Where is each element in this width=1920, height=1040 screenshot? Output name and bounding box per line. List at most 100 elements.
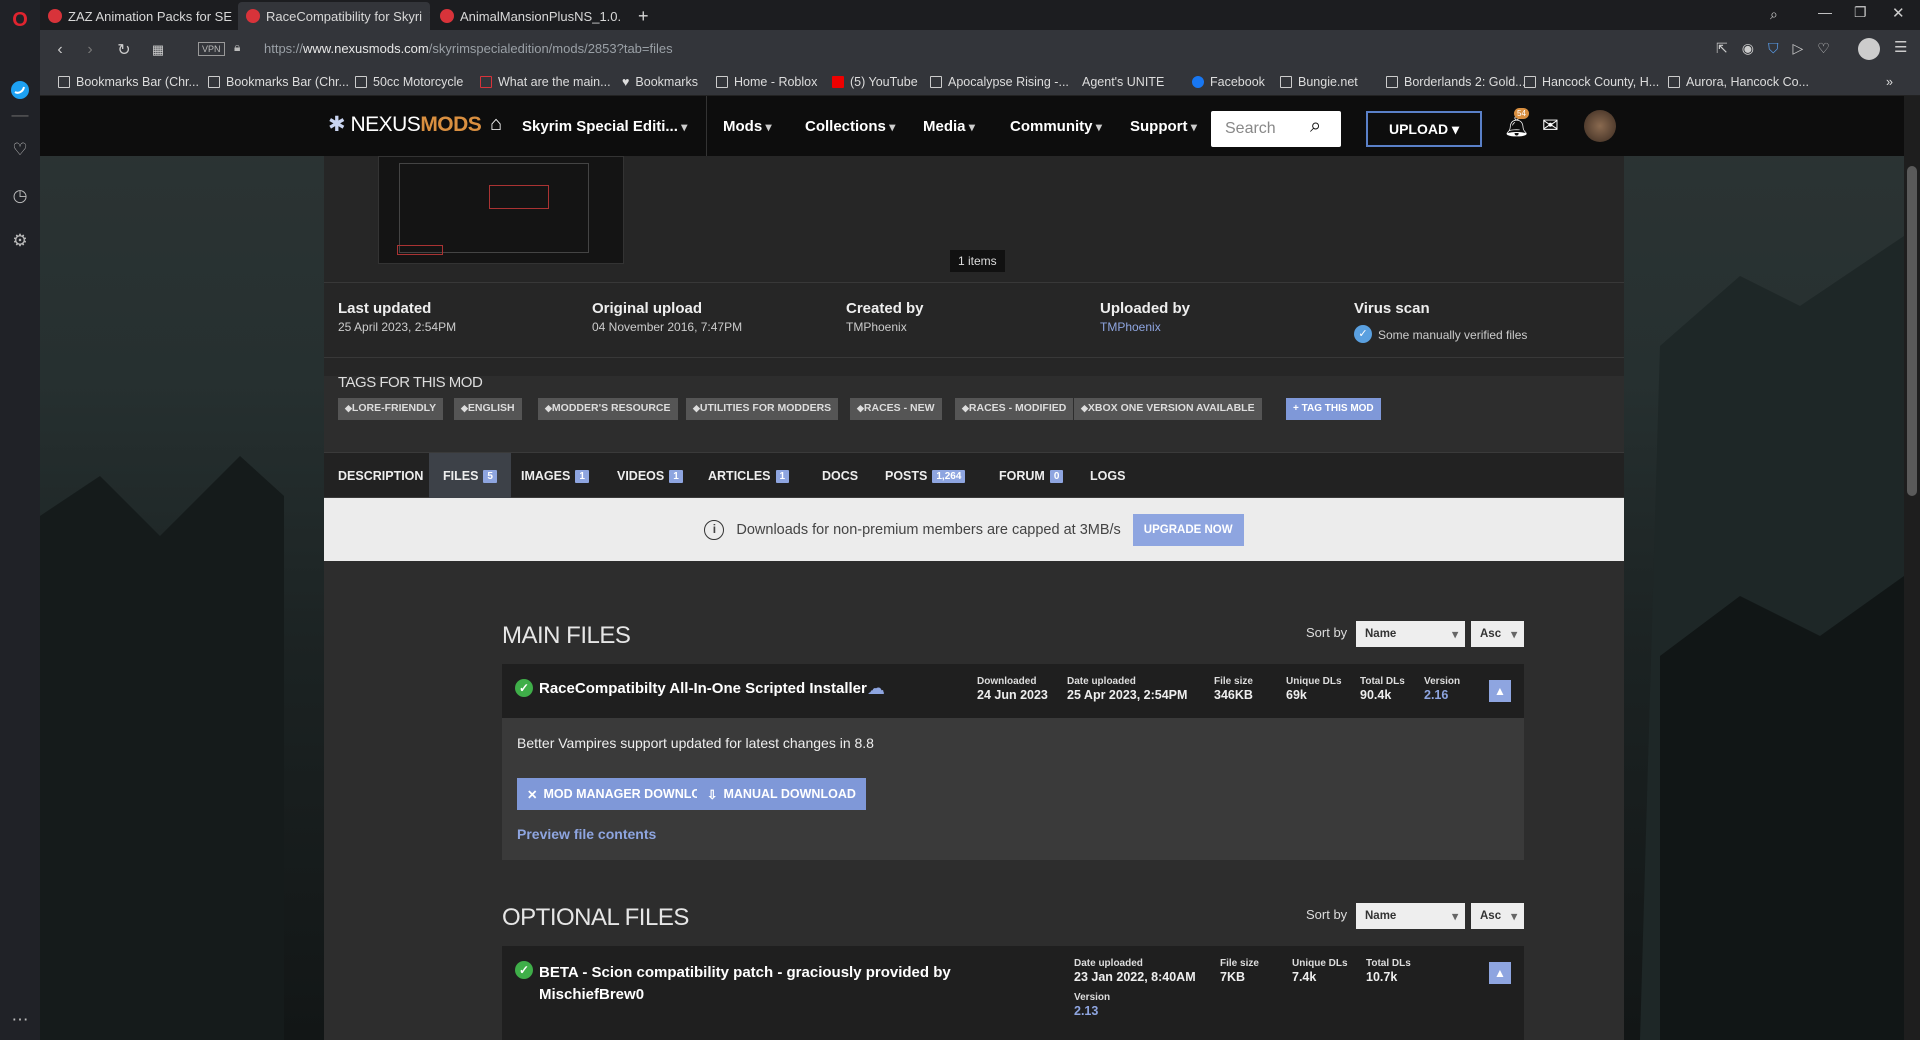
- last-updated-label: Last updated: [338, 300, 432, 317]
- main-file-header[interactable]: ✓ RaceCompatibilty All-In-One Scripted I…: [502, 664, 1524, 718]
- profile-avatar[interactable]: [1858, 38, 1880, 60]
- tag-modders-resource[interactable]: MODDER'S RESOURCE: [538, 398, 678, 420]
- bookmark-item[interactable]: Home - Roblox: [716, 75, 817, 89]
- close-tab-icon[interactable]: ✕: [428, 8, 430, 25]
- bookmark-item[interactable]: Aurora, Hancock Co...: [1668, 75, 1809, 89]
- stat-file-size: 346KB: [1214, 688, 1253, 702]
- menu-media[interactable]: Media: [923, 118, 975, 135]
- camera-icon[interactable]: ◉: [1742, 40, 1768, 56]
- collapse-chevron-icon[interactable]: ▲: [1489, 962, 1511, 984]
- stat-downloaded: 24 Jun 2023: [977, 688, 1048, 702]
- bookmark-item[interactable]: Bookmarks Bar (Chr...: [208, 75, 349, 89]
- send-icon[interactable]: ▷: [1792, 40, 1817, 56]
- bookmark-item[interactable]: Hancock County, H...: [1524, 75, 1659, 89]
- tags-list: LORE-FRIENDLY ENGLISH MODDER'S RESOURCE …: [338, 398, 1438, 422]
- back-icon[interactable]: ‹: [48, 38, 72, 62]
- tab-articles[interactable]: ARTICLES 1: [694, 453, 803, 499]
- bookmark-item[interactable]: Facebook: [1192, 75, 1265, 89]
- restore-icon[interactable]: ❐: [1854, 4, 1867, 21]
- tag-races-modified[interactable]: RACES - MODIFIED: [955, 398, 1074, 420]
- shield-icon[interactable]: ⛉: [1768, 40, 1793, 56]
- bookmark-item[interactable]: What are the main...: [480, 75, 611, 89]
- gallery-count: 1 items: [950, 250, 1005, 272]
- menu-community[interactable]: Community: [1010, 118, 1102, 135]
- heart-icon[interactable]: ♡: [8, 138, 32, 162]
- bookmark-item[interactable]: ♥ Bookmarks: [622, 75, 698, 89]
- tab-racecompat[interactable]: RaceCompatibility for Skyri✕: [238, 2, 430, 30]
- collapse-chevron-icon[interactable]: ▲: [1489, 680, 1511, 702]
- tag-races-new[interactable]: RACES - NEW: [850, 398, 942, 420]
- tab-description[interactable]: DESCRIPTION: [324, 453, 437, 499]
- close-window-icon[interactable]: ✕: [1892, 4, 1905, 22]
- user-avatar[interactable]: [1584, 110, 1616, 142]
- sort-order-select[interactable]: Asc: [1471, 903, 1524, 929]
- tag-xbox-one[interactable]: XBOX ONE VERSION AVAILABLE: [1074, 398, 1262, 420]
- tab-favicon-icon: [246, 9, 260, 23]
- new-tab-button[interactable]: +: [630, 2, 660, 30]
- tab-files[interactable]: FILES 5: [429, 453, 511, 499]
- uploaded-by-link[interactable]: TMPhoenix: [1100, 320, 1161, 334]
- url-field[interactable]: https://www.nexusmods.com/skyrimspeciale…: [264, 41, 673, 56]
- sort-field-select[interactable]: Name: [1356, 621, 1465, 647]
- reload-icon[interactable]: ↻: [112, 38, 136, 62]
- stat-file-size: 7KB: [1220, 970, 1246, 984]
- share-icon[interactable]: ⇱: [1716, 40, 1742, 56]
- tab-animalmansion[interactable]: AnimalMansionPlusNS_1.0.✕: [432, 2, 624, 30]
- manual-download-button[interactable]: ⇩ MANUAL DOWNLOAD: [697, 778, 866, 810]
- menu-collections[interactable]: Collections: [805, 118, 895, 135]
- more-bookmarks[interactable]: »: [1886, 75, 1893, 89]
- home-icon[interactable]: ⌂: [490, 113, 502, 136]
- bookmark-item[interactable]: 50cc Motorcycle: [355, 75, 463, 89]
- optional-file-header[interactable]: ✓ BETA - Scion compatibility patch - gra…: [502, 946, 1524, 1040]
- bookmark-item[interactable]: Bungie.net: [1280, 75, 1358, 89]
- bookmark-item[interactable]: (5) YouTube: [832, 75, 918, 89]
- tab-docs[interactable]: DOCS: [808, 453, 872, 499]
- easy-setup-icon[interactable]: ☰: [1894, 38, 1907, 56]
- tag-english[interactable]: ENGLISH: [454, 398, 522, 420]
- tab-images[interactable]: IMAGES 1: [507, 453, 603, 499]
- menu-support[interactable]: Support: [1130, 118, 1197, 135]
- tag-this-mod-button[interactable]: + TAG THIS MOD: [1286, 398, 1381, 420]
- tab-zaz[interactable]: ZAZ Animation Packs for SE✕: [40, 2, 236, 30]
- tag-utilities-for-modders[interactable]: UTILITIES FOR MODDERS: [686, 398, 839, 420]
- nexusmods-logo[interactable]: ✱ NEXUSMODS: [328, 112, 482, 137]
- bookmark-item[interactable]: Apocalypse Rising -...: [930, 75, 1069, 89]
- upgrade-now-button[interactable]: UPGRADE NOW: [1132, 513, 1244, 546]
- vpn-badge[interactable]: VPN: [198, 42, 225, 56]
- messages-envelope-icon[interactable]: ✉: [1542, 113, 1559, 138]
- bookmark-item[interactable]: Bookmarks Bar (Chr...: [58, 75, 199, 89]
- tab-logs[interactable]: LOGS: [1076, 453, 1139, 499]
- stat-label: Version: [1424, 676, 1461, 687]
- history-icon[interactable]: ◷: [8, 184, 32, 208]
- bookmark-heart-icon[interactable]: ♡: [1817, 40, 1844, 56]
- game-selector[interactable]: Skyrim Special Editi...: [522, 118, 687, 135]
- page-icon: [930, 76, 942, 88]
- tab-posts[interactable]: POSTS 1,264: [871, 453, 979, 499]
- tag-lore-friendly[interactable]: LORE-FRIENDLY: [338, 398, 444, 420]
- tabs-grid-icon[interactable]: ▦: [146, 38, 170, 62]
- address-bar: ‹ › ↻ ▦ VPN 🔒︎ https://www.nexusmods.com…: [40, 30, 1920, 70]
- search-input[interactable]: Search: [1211, 111, 1341, 147]
- page-scrollbar[interactable]: [1904, 96, 1920, 1040]
- menu-mods[interactable]: Mods: [723, 118, 772, 135]
- search-tabs-icon[interactable]: ⌕: [1770, 6, 1778, 23]
- sort-field-select[interactable]: Name: [1356, 903, 1465, 929]
- preview-file-contents-link[interactable]: Preview file contents: [517, 826, 656, 842]
- bookmark-item[interactable]: Borderlands 2: Gold...: [1386, 75, 1526, 89]
- search-icon[interactable]: ⌕: [1310, 115, 1321, 138]
- sort-order-select[interactable]: Asc: [1471, 621, 1524, 647]
- twitter-icon[interactable]: [8, 78, 32, 102]
- tab-forum[interactable]: FORUM 0: [985, 453, 1077, 499]
- scrollbar-thumb[interactable]: [1907, 166, 1917, 496]
- gallery-thumbnail[interactable]: [378, 156, 624, 264]
- minimize-icon[interactable]: —: [1818, 4, 1832, 20]
- forward-icon[interactable]: ›: [78, 38, 102, 62]
- upload-button[interactable]: UPLOAD ▾: [1366, 111, 1482, 147]
- settings-gear-icon[interactable]: ⚙: [8, 229, 32, 253]
- optional-files-heading: OPTIONAL FILES: [502, 904, 689, 931]
- more-icon[interactable]: ⋯: [8, 1008, 32, 1032]
- main-file-description: Better Vampires support updated for late…: [517, 735, 874, 751]
- opera-logo-icon[interactable]: O: [8, 8, 32, 32]
- bookmark-item[interactable]: Agent's UNITE: [1082, 75, 1164, 89]
- tab-videos[interactable]: VIDEOS 1: [603, 453, 697, 499]
